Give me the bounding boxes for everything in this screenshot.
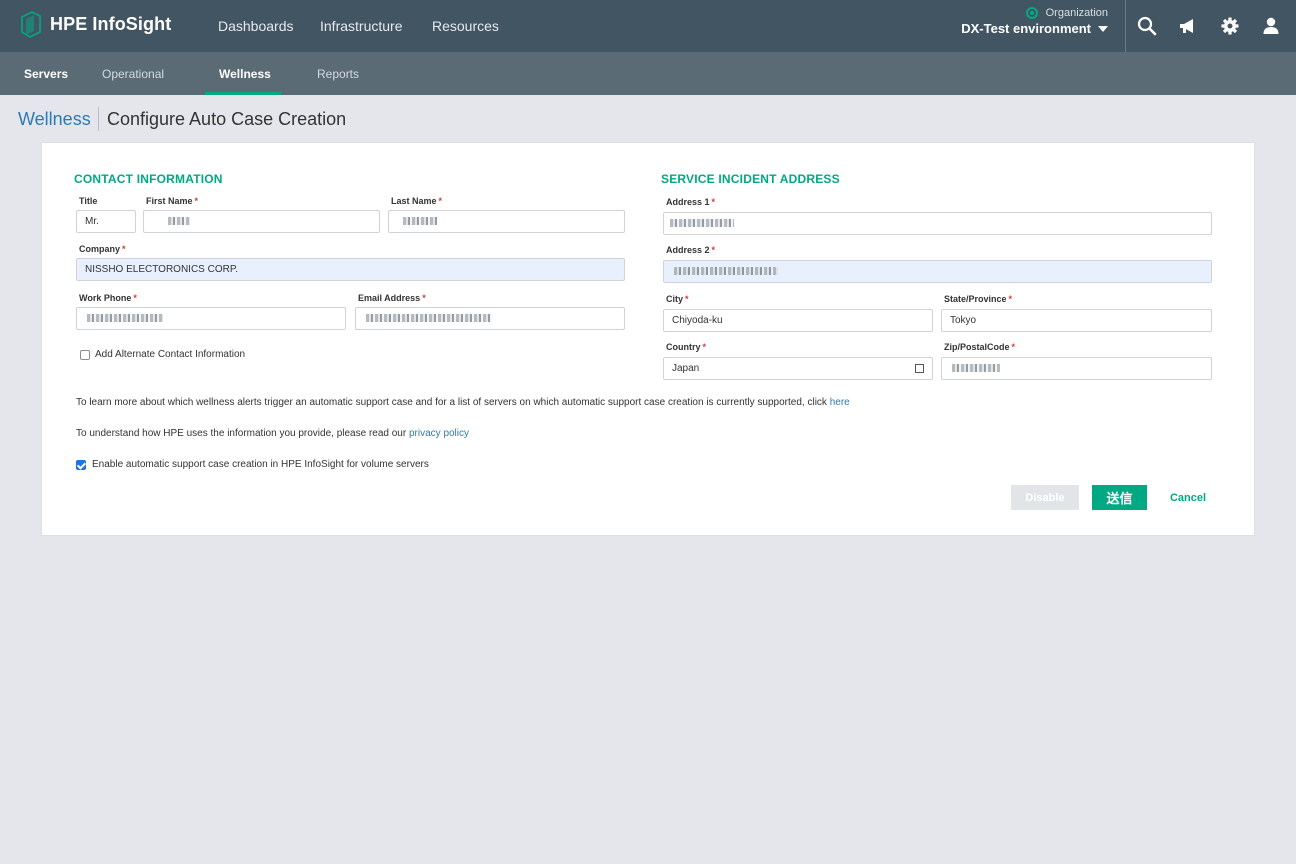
nav-resources[interactable]: Resources [432,18,499,34]
app-name: HPE InfoSight [50,13,172,34]
wellness-alerts-info: To learn more about which wellness alert… [76,397,850,408]
zip-label: Zip/PostalCode * [944,342,1016,352]
privacy-policy-link[interactable]: privacy policy [409,428,469,439]
state-field[interactable]: Tokyo [941,309,1212,332]
nav-infrastructure[interactable]: Infrastructure [320,18,402,34]
title-field[interactable]: Mr. [76,210,136,233]
org-name: DX-Test environment [961,21,1091,36]
redacted-value [674,267,778,276]
alternate-contact-label: Add Alternate Contact Information [95,349,246,360]
organization-selector[interactable]: Organization DX-Test environment [961,7,1108,36]
first-name-label: First Name * [146,196,199,206]
gear-icon[interactable] [1220,16,1240,36]
email-field[interactable] [355,307,625,330]
enable-auto-case-checkbox[interactable] [76,460,86,470]
last-name-field[interactable] [388,210,625,233]
email-label: Email Address * [358,293,426,303]
address2-field[interactable] [663,260,1212,283]
user-icon[interactable] [1261,16,1281,36]
chevron-down-icon [1098,25,1108,32]
country-select[interactable]: Japan [663,357,933,380]
address2-label: Address 2 * [666,245,716,255]
city-field[interactable]: Chiyoda-ku [663,309,933,332]
subnav-operational[interactable]: Operational [102,67,164,81]
dropdown-icon [915,364,924,373]
here-link[interactable]: here [830,397,850,408]
country-label: Country * [666,342,707,352]
state-value: Tokyo [950,315,977,326]
hpe-logo-icon [21,11,41,38]
redacted-value [87,314,163,323]
address1-field[interactable] [663,212,1212,235]
disable-button[interactable]: Disable [1011,485,1079,510]
redacted-value [952,364,1000,373]
contact-information-heading: CONTACT INFORMATION [74,172,223,186]
megaphone-icon[interactable] [1178,16,1198,36]
redacted-value [366,314,492,323]
first-name-field[interactable] [143,210,380,233]
configure-form-card: CONTACT INFORMATION Title Mr. First Name… [41,142,1255,536]
redacted-value [403,217,437,226]
nav-divider [1125,0,1126,52]
active-tab-indicator [205,92,281,95]
country-value: Japan [672,363,700,374]
alternate-contact-checkbox[interactable] [80,350,90,360]
app-logo[interactable]: HPE InfoSight [20,10,171,38]
title-value: Mr. [85,216,99,227]
zip-field[interactable] [941,357,1212,380]
service-incident-address-heading: SERVICE INCIDENT ADDRESS [661,172,840,186]
company-value: NISSHO ELECTORONICS CORP. [85,264,238,275]
address1-label: Address 1 * [666,197,716,207]
cancel-button[interactable]: Cancel [1162,485,1214,510]
breadcrumb-separator [98,107,99,131]
org-label: Organization [1045,7,1108,19]
submit-button[interactable]: 送信 [1092,485,1147,510]
city-value: Chiyoda-ku [672,315,723,326]
org-status-icon [1025,7,1038,19]
page-title: Configure Auto Case Creation [107,109,347,129]
subnav-wellness[interactable]: Wellness [219,67,271,81]
company-label: Company * [79,244,126,254]
subnav-servers[interactable]: Servers [24,67,68,81]
redacted-value [168,217,190,226]
last-name-label: Last Name * [391,196,443,206]
top-nav-bar: HPE InfoSight Dashboards Infrastructure … [0,0,1296,52]
enable-auto-case-label: Enable automatic support case creation i… [92,459,429,470]
nav-dashboards[interactable]: Dashboards [218,18,294,34]
work-phone-label: Work Phone * [79,293,137,303]
search-icon[interactable] [1137,16,1157,36]
company-field[interactable]: NISSHO ELECTORONICS CORP. [76,258,625,281]
city-label: City * [666,294,689,304]
work-phone-field[interactable] [76,307,346,330]
state-label: State/Province * [944,294,1013,304]
privacy-text: To understand how HPE uses the informati… [76,428,407,439]
breadcrumb-wellness-link[interactable]: Wellness [18,109,91,130]
redacted-value [670,219,734,228]
subnav-reports[interactable]: Reports [317,67,359,81]
sub-nav-bar: Servers Operational Wellness Reports [0,52,1296,95]
wellness-alerts-text: To learn more about which wellness alert… [76,397,827,408]
privacy-info: To understand how HPE uses the informati… [76,428,469,439]
title-label: Title [79,196,98,206]
